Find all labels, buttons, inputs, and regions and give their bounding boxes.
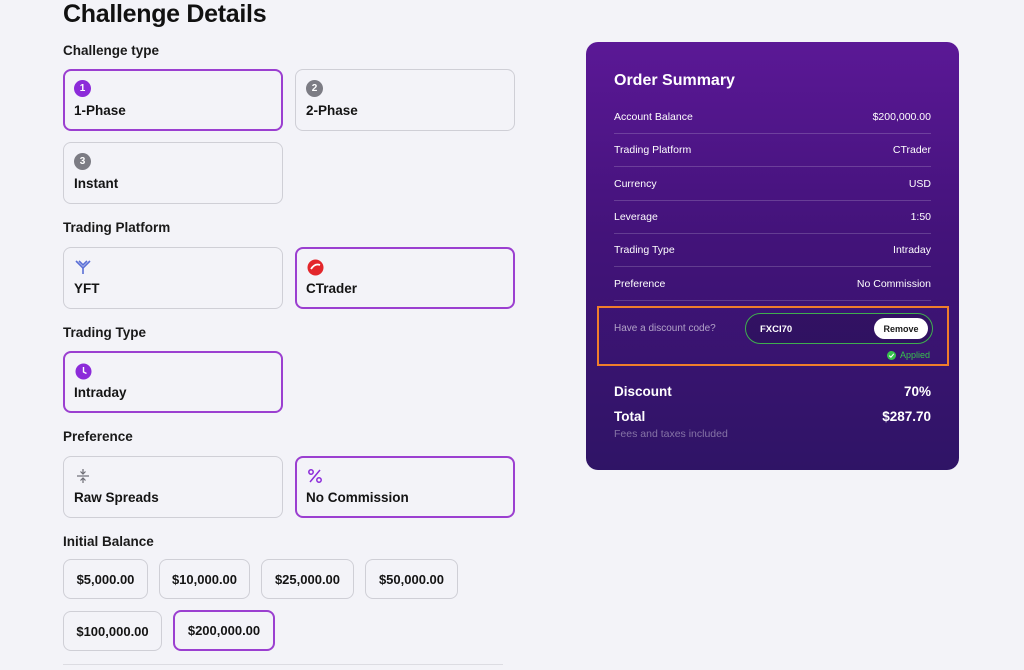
step-2-badge: 2 — [306, 80, 323, 97]
discount-code-input[interactable]: FXCI70 Remove — [745, 313, 933, 344]
trading-type-option-intraday[interactable]: Intraday — [63, 351, 283, 413]
summary-value: CTrader — [892, 143, 931, 156]
discount-code-value: FXCI70 — [760, 324, 793, 335]
summary-row-leverage: Leverage 1:50 — [614, 201, 931, 234]
preference-option-no-commission[interactable]: No Commission — [295, 456, 515, 518]
platform-option-label: CTrader — [306, 281, 358, 296]
summary-key: Account Balance — [614, 110, 693, 123]
divider — [63, 664, 503, 670]
page-title: Challenge Details — [63, 0, 267, 28]
preference-option-raw-spreads[interactable]: Raw Spreads — [63, 456, 283, 518]
challenge-option-instant[interactable]: 3 Instant — [63, 142, 283, 204]
summary-key: Trading Platform — [614, 143, 692, 156]
balance-option-5000[interactable]: $5,000.00 — [63, 559, 148, 599]
yft-logo-icon — [74, 258, 92, 276]
step-1-badge: 1 — [74, 80, 91, 97]
balance-option-25000[interactable]: $25,000.00 — [261, 559, 354, 599]
discount-applied-status: Applied — [886, 350, 930, 360]
balance-option-200000[interactable]: $200,000.00 — [173, 610, 275, 651]
trading-type-option-label: Intraday — [74, 385, 127, 400]
remove-discount-button[interactable]: Remove — [874, 318, 928, 339]
check-circle-icon — [886, 350, 896, 360]
balance-option-50000[interactable]: $50,000.00 — [365, 559, 458, 599]
summary-key: Leverage — [614, 210, 658, 223]
summary-key: Preference — [614, 277, 666, 290]
summary-key: Currency — [614, 177, 657, 190]
summary-value: Intraday — [893, 243, 931, 256]
challenge-option-1-phase[interactable]: 1 1-Phase — [63, 69, 283, 131]
challenge-option-label: 2-Phase — [306, 103, 358, 118]
summary-row-preference: Preference No Commission — [614, 268, 931, 301]
discount-code-section: Have a discount code? FXCI70 Remove Appl… — [597, 306, 949, 366]
initial-balance-label: Initial Balance — [63, 534, 154, 549]
fees-note: Fees and taxes included — [614, 428, 728, 440]
platform-option-ctrader[interactable]: CTrader — [295, 247, 515, 309]
challenge-option-label: Instant — [74, 176, 119, 191]
challenge-type-label: Challenge type — [63, 43, 160, 58]
summary-row-currency: Currency USD — [614, 168, 931, 201]
balance-option-10000[interactable]: $10,000.00 — [159, 559, 250, 599]
summary-value: No Commission — [856, 277, 931, 290]
summary-key: Trading Type — [614, 243, 675, 256]
discount-label: Discount — [614, 384, 672, 399]
discount-value: 70% — [903, 384, 931, 399]
total-label: Total — [614, 409, 646, 424]
clock-icon — [74, 362, 92, 380]
summary-row-trading-platform: Trading Platform CTrader — [614, 134, 931, 167]
total-value: $287.70 — [882, 409, 931, 424]
step-3-badge: 3 — [74, 153, 91, 170]
ctrader-logo-icon — [306, 258, 324, 276]
discount-line: Discount 70% — [614, 384, 931, 399]
summary-row-trading-type: Trading Type Intraday — [614, 234, 931, 267]
applied-label: Applied — [899, 350, 930, 360]
compress-arrows-icon — [74, 467, 92, 485]
total-line: Total $287.70 — [614, 409, 931, 424]
summary-value: USD — [908, 177, 931, 190]
platform-option-label: YFT — [74, 281, 100, 296]
challenge-option-2-phase[interactable]: 2 2-Phase — [295, 69, 515, 131]
preference-label: Preference — [63, 429, 133, 444]
summary-value: 1:50 — [910, 210, 931, 223]
preference-option-label: Raw Spreads — [74, 490, 159, 505]
summary-row-account-balance: Account Balance $200,000.00 — [614, 101, 931, 134]
trading-platform-label: Trading Platform — [63, 220, 171, 235]
balance-option-100000[interactable]: $100,000.00 — [63, 611, 162, 651]
summary-value: $200,000.00 — [872, 110, 931, 123]
percent-icon — [306, 467, 324, 485]
preference-option-label: No Commission — [306, 490, 409, 505]
platform-option-yft[interactable]: YFT — [63, 247, 283, 309]
challenge-option-label: 1-Phase — [74, 103, 126, 118]
discount-prompt: Have a discount code? — [614, 323, 716, 334]
order-summary-title: Order Summary — [614, 72, 735, 89]
trading-type-label: Trading Type — [63, 325, 147, 340]
order-summary-panel: Order Summary Account Balance $200,000.0… — [586, 42, 959, 470]
